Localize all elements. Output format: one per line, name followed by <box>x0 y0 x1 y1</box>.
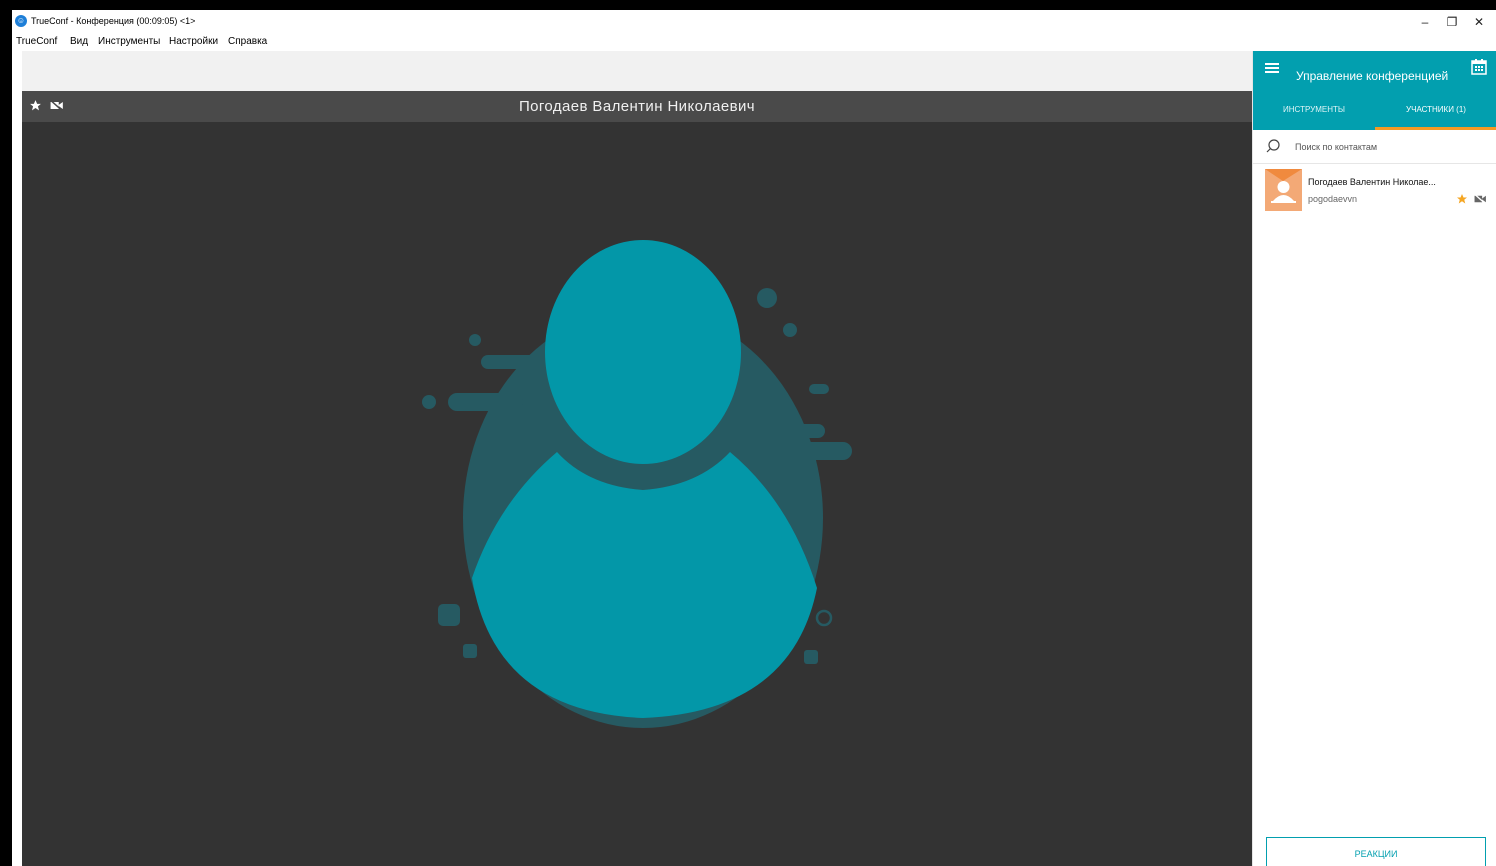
person-placeholder-icon <box>422 240 852 728</box>
calendar-icon[interactable] <box>1471 59 1487 75</box>
toolbar-strip <box>22 51 1252 91</box>
app-window: ☺ TrueConf - Конференция (00:09:05) <1> … <box>12 10 1496 866</box>
menu-bar: TrueConf Вид Инструменты Настройки Справ… <box>12 34 1252 51</box>
title-bar: ☺ TrueConf - Конференция (00:09:05) <1> … <box>12 10 1496 34</box>
menu-item-trueconf[interactable]: TrueConf <box>16 36 57 47</box>
participant-login: pogodaevvn <box>1308 194 1358 204</box>
menu-item-view[interactable]: Вид <box>70 36 88 47</box>
participant-avatar <box>1265 169 1302 211</box>
panel-tabs: ИНСТРУМЕНТЫ УЧАСТНИКИ (1) <box>1253 92 1496 130</box>
participant-name-label: Погодаев Валентин Николае... <box>1308 177 1436 187</box>
reactions-button[interactable]: РЕАКЦИИ <box>1266 837 1486 866</box>
participant-list-item[interactable]: Погодаев Валентин Николае... pogodaevvn <box>1253 164 1496 212</box>
panel-title: Управление конференцией <box>1296 69 1449 83</box>
window-title: TrueConf - Конференция (00:09:05) <1> <box>31 16 196 26</box>
contact-search-input[interactable] <box>1293 138 1487 156</box>
video-header: Погодаев Валентин Николаевич <box>22 91 1252 122</box>
search-bar <box>1253 130 1496 164</box>
hamburger-menu-icon[interactable] <box>1265 61 1279 75</box>
menu-item-settings[interactable]: Настройки <box>169 36 218 47</box>
favorite-star-icon[interactable] <box>1456 193 1468 205</box>
video-area <box>22 122 1252 866</box>
trueconf-logo-icon: ☺ <box>15 15 27 27</box>
tab-participants[interactable]: УЧАСТНИКИ (1) <box>1375 92 1496 130</box>
conference-panel: Управление конференцией ИНСТРУМЕНТЫ УЧАС… <box>1252 51 1496 866</box>
close-button[interactable]: ✕ <box>1462 10 1496 34</box>
user-avatar-icon <box>1265 169 1302 211</box>
search-icon <box>1266 139 1280 153</box>
menu-item-tools[interactable]: Инструменты <box>98 36 160 47</box>
tab-tools[interactable]: ИНСТРУМЕНТЫ <box>1253 92 1375 130</box>
camera-off-icon[interactable] <box>1474 194 1487 204</box>
participant-name: Погодаев Валентин Николаевич <box>518 98 756 115</box>
menu-item-help[interactable]: Справка <box>228 36 267 47</box>
